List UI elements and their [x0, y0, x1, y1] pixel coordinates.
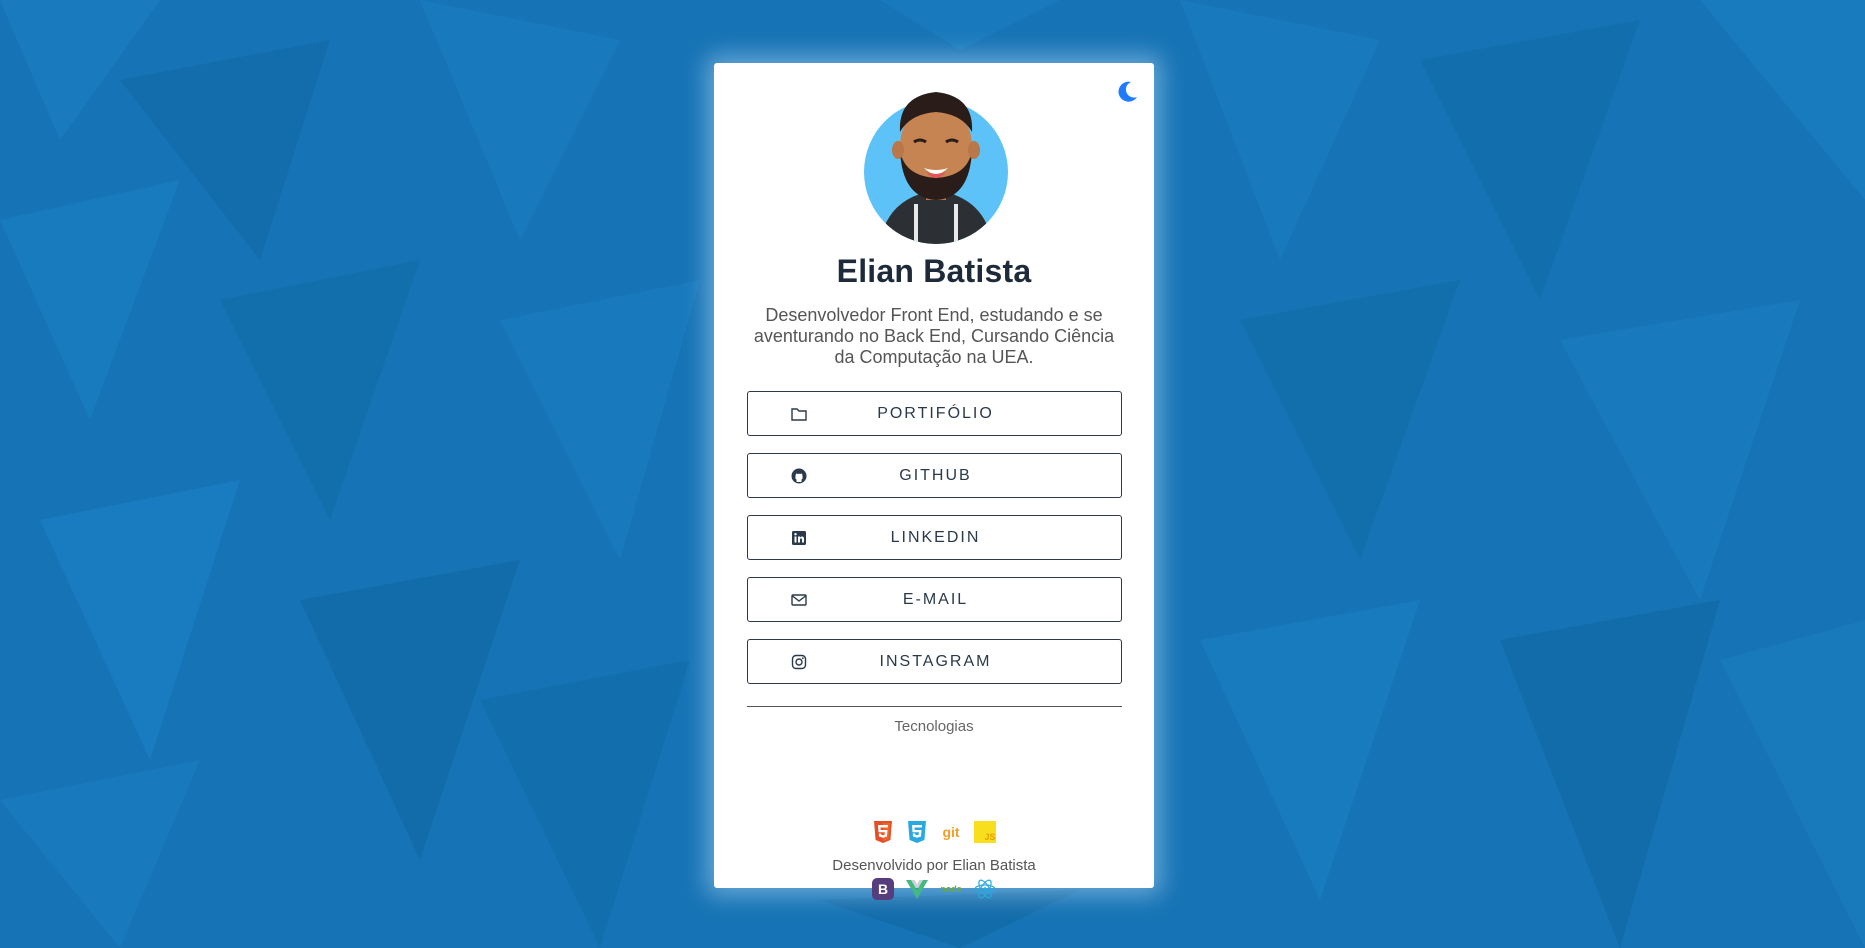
javascript-icon-text: JS [984, 832, 995, 842]
moon-icon[interactable] [1114, 79, 1140, 105]
tech-row-1: git JS [714, 820, 1154, 844]
tech-row-2: B node [714, 877, 1154, 901]
vue-icon [906, 880, 928, 899]
linkedin-button[interactable]: LINKEDIN [747, 515, 1122, 560]
bootstrap-icon-text: B [878, 881, 888, 897]
profile-bio: Desenvolvedor Front End, estudando e se … [753, 305, 1115, 367]
instagram-button[interactable]: INSTAGRAM [747, 639, 1122, 684]
footer-credit: Desenvolvido por Elian Batista [832, 857, 1036, 874]
css3-icon [908, 821, 926, 843]
react-icon [974, 879, 996, 899]
profile-name: Elian Batista [836, 253, 1032, 289]
html5-icon [874, 821, 892, 843]
portfolio-button-label: PORTIFÓLIO [877, 404, 994, 422]
link-list: PORTIFÓLIO GITHUB LINKEDIN E-MAIL INSTAG… [747, 391, 1122, 701]
javascript-icon: JS [974, 821, 996, 843]
email-button[interactable]: E-MAIL [747, 577, 1122, 622]
profile-card: Elian Batista Desenvolvedor Front End, e… [714, 63, 1154, 900]
git-icon-text: git [942, 824, 959, 840]
divider [747, 706, 1122, 707]
node-icon: node [940, 884, 962, 894]
git-icon: git [942, 824, 959, 840]
bootstrap-icon: B [872, 878, 894, 900]
email-button-label: E-MAIL [902, 590, 969, 608]
linkedin-button-label: LINKEDIN [890, 528, 981, 546]
avatar [864, 92, 1008, 244]
github-button-label: GITHUB [899, 466, 972, 484]
github-button[interactable]: GITHUB [747, 453, 1122, 498]
node-icon-text: node [940, 884, 962, 894]
portfolio-button[interactable]: PORTIFÓLIO [747, 391, 1122, 436]
instagram-button-label: INSTAGRAM [879, 652, 992, 670]
tech-title: Tecnologias [894, 718, 974, 735]
